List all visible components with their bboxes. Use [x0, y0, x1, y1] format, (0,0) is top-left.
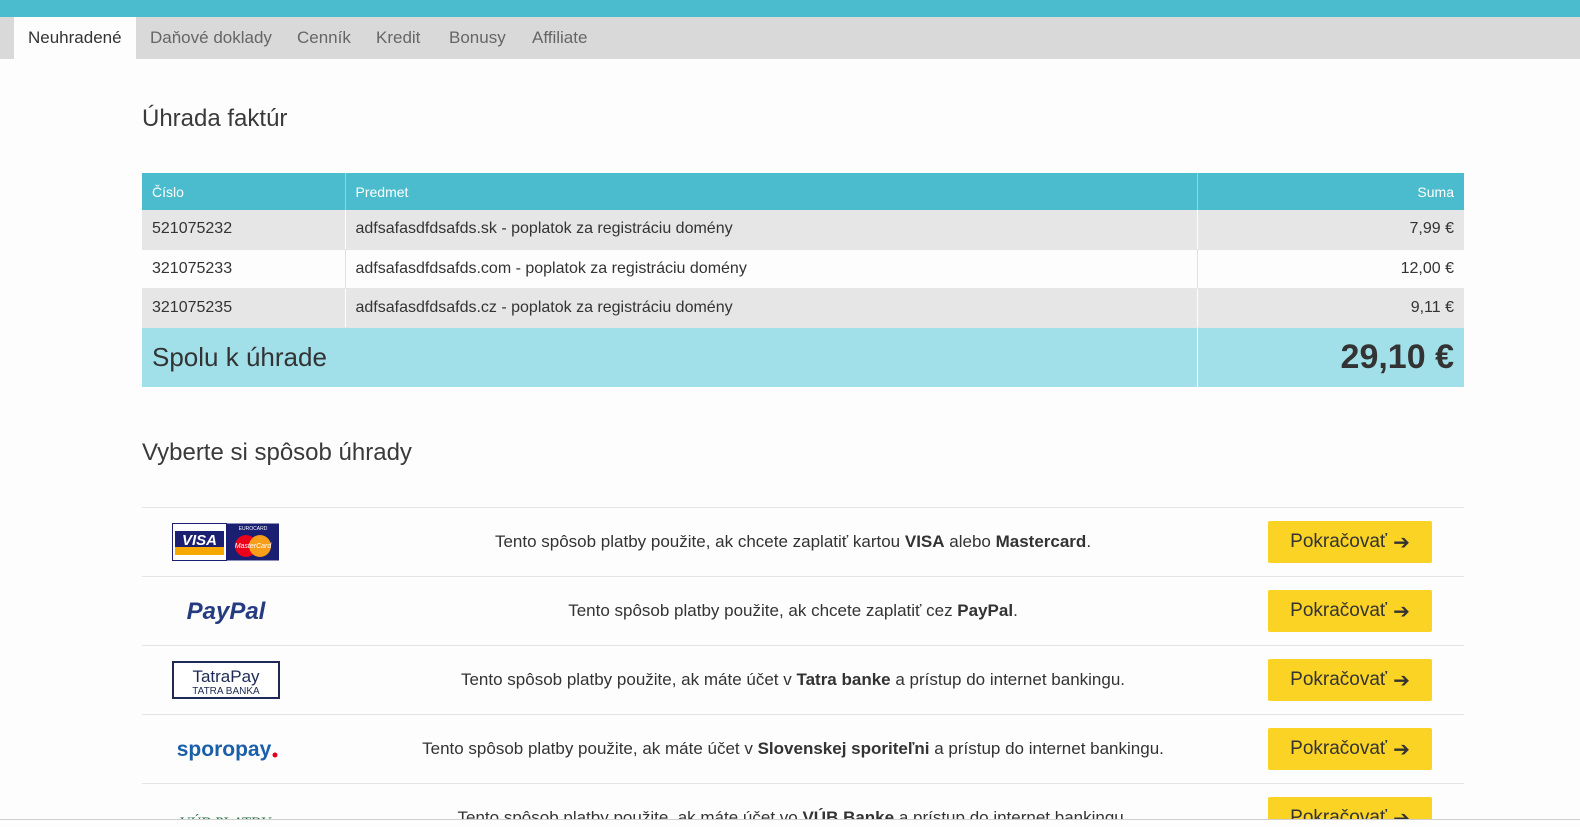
- column-amount: Suma: [1197, 173, 1464, 210]
- total-value: 29,10 €: [1197, 327, 1464, 387]
- arrow-right-icon: ➔: [1393, 738, 1410, 761]
- continue-sporopay-button[interactable]: Pokračovať ➔: [1268, 728, 1432, 770]
- svg-text:VISA: VISA: [182, 532, 217, 549]
- payment-title: Vyberte si spôsob úhrady: [142, 439, 412, 466]
- tatrapay-logo: TatraPay TATRA BANKA: [172, 661, 280, 699]
- invoices-title: Úhrada faktúr: [142, 105, 288, 132]
- table-row: 321075233 adfsafasdfdsafds.com - poplato…: [142, 249, 1464, 289]
- payment-method-description: Tento spôsob platby použite, ak chcete z…: [494, 532, 1092, 551]
- payment-method-description: Tento spôsob platby použite, ak chcete z…: [568, 601, 1018, 620]
- invoice-amount: 9,11 €: [1197, 288, 1464, 328]
- top-bar: [0, 0, 1580, 17]
- invoice-subject: adfsafasdfdsafds.cz - poplatok za regist…: [345, 288, 1198, 328]
- tabs-bar: Neuhradené Daňové doklady Cenník Kredit …: [0, 17, 1580, 59]
- arrow-right-icon: ➔: [1393, 531, 1410, 554]
- table-row: 321075235 adfsafasdfdsafds.cz - poplatok…: [142, 288, 1464, 328]
- table-header: Číslo Predmet Suma: [142, 173, 1464, 210]
- viewport-bottom-edge: [0, 819, 1580, 827]
- invoice-subject: adfsafasdfdsafds.com - poplatok za regis…: [345, 249, 1198, 289]
- svg-text:TATRA BANKA: TATRA BANKA: [192, 686, 260, 697]
- invoice-amount: 7,99 €: [1197, 210, 1464, 250]
- payment-method-tatrapay: TatraPay TATRA BANKA Tento spôsob platby…: [142, 645, 1464, 714]
- svg-text:sporopay: sporopay: [177, 738, 272, 761]
- svg-text:PayPal: PayPal: [187, 598, 267, 625]
- svg-text:MasterCard: MasterCard: [235, 543, 273, 550]
- tab-danove-doklady[interactable]: Daňové doklady: [136, 17, 286, 59]
- tab-bonusy[interactable]: Bonusy: [435, 17, 520, 59]
- paypal-logo: PayPal: [172, 592, 280, 630]
- svg-text:EUROCARD: EUROCARD: [239, 526, 268, 532]
- payment-method-sporopay: sporopay Tento spôsob platby použite, ak…: [142, 714, 1464, 783]
- payment-method-description: Tento spôsob platby použite, ak máte úče…: [460, 670, 1126, 689]
- invoice-amount: 12,00 €: [1197, 249, 1464, 289]
- column-subject: Predmet: [345, 173, 1198, 210]
- arrow-right-icon: ➔: [1393, 600, 1410, 623]
- visa-mastercard-logo: VISA EUROCARD MasterCard: [172, 523, 280, 561]
- invoices-table: Číslo Predmet Suma 521075232 adfsafasdfd…: [142, 173, 1464, 387]
- column-number: Číslo: [142, 173, 346, 210]
- total-row: Spolu k úhrade 29,10 €: [142, 327, 1464, 387]
- svg-text:TatraPay: TatraPay: [192, 667, 260, 686]
- continue-card-button[interactable]: Pokračovať ➔: [1268, 521, 1432, 563]
- table-row: 521075232 adfsafasdfdsafds.sk - poplatok…: [142, 210, 1464, 250]
- invoice-subject: adfsafasdfdsafds.sk - poplatok za regist…: [345, 210, 1198, 250]
- payment-method-paypal: PayPal Tento spôsob platby použite, ak c…: [142, 576, 1464, 645]
- invoice-number: 321075235: [142, 288, 346, 328]
- tab-neuhradene[interactable]: Neuhradené: [14, 17, 136, 59]
- continue-paypal-button[interactable]: Pokračovať ➔: [1268, 590, 1432, 632]
- payment-method-card: VISA EUROCARD MasterCard Tento spôsob pl…: [142, 507, 1464, 576]
- invoice-number: 521075232: [142, 210, 346, 250]
- tab-kredit[interactable]: Kredit: [362, 17, 434, 59]
- sporopay-logo: sporopay: [172, 730, 280, 768]
- invoice-number: 321075233: [142, 249, 346, 289]
- tab-affiliate[interactable]: Affiliate: [518, 17, 601, 59]
- total-label: Spolu k úhrade: [142, 327, 1198, 387]
- payment-methods-list: VISA EUROCARD MasterCard Tento spôsob pl…: [142, 507, 1464, 827]
- payment-method-description: Tento spôsob platby použite, ak máte úče…: [422, 739, 1164, 758]
- tab-cennik[interactable]: Cenník: [283, 17, 365, 59]
- arrow-right-icon: ➔: [1393, 669, 1410, 692]
- continue-tatrapay-button[interactable]: Pokračovať ➔: [1268, 659, 1432, 701]
